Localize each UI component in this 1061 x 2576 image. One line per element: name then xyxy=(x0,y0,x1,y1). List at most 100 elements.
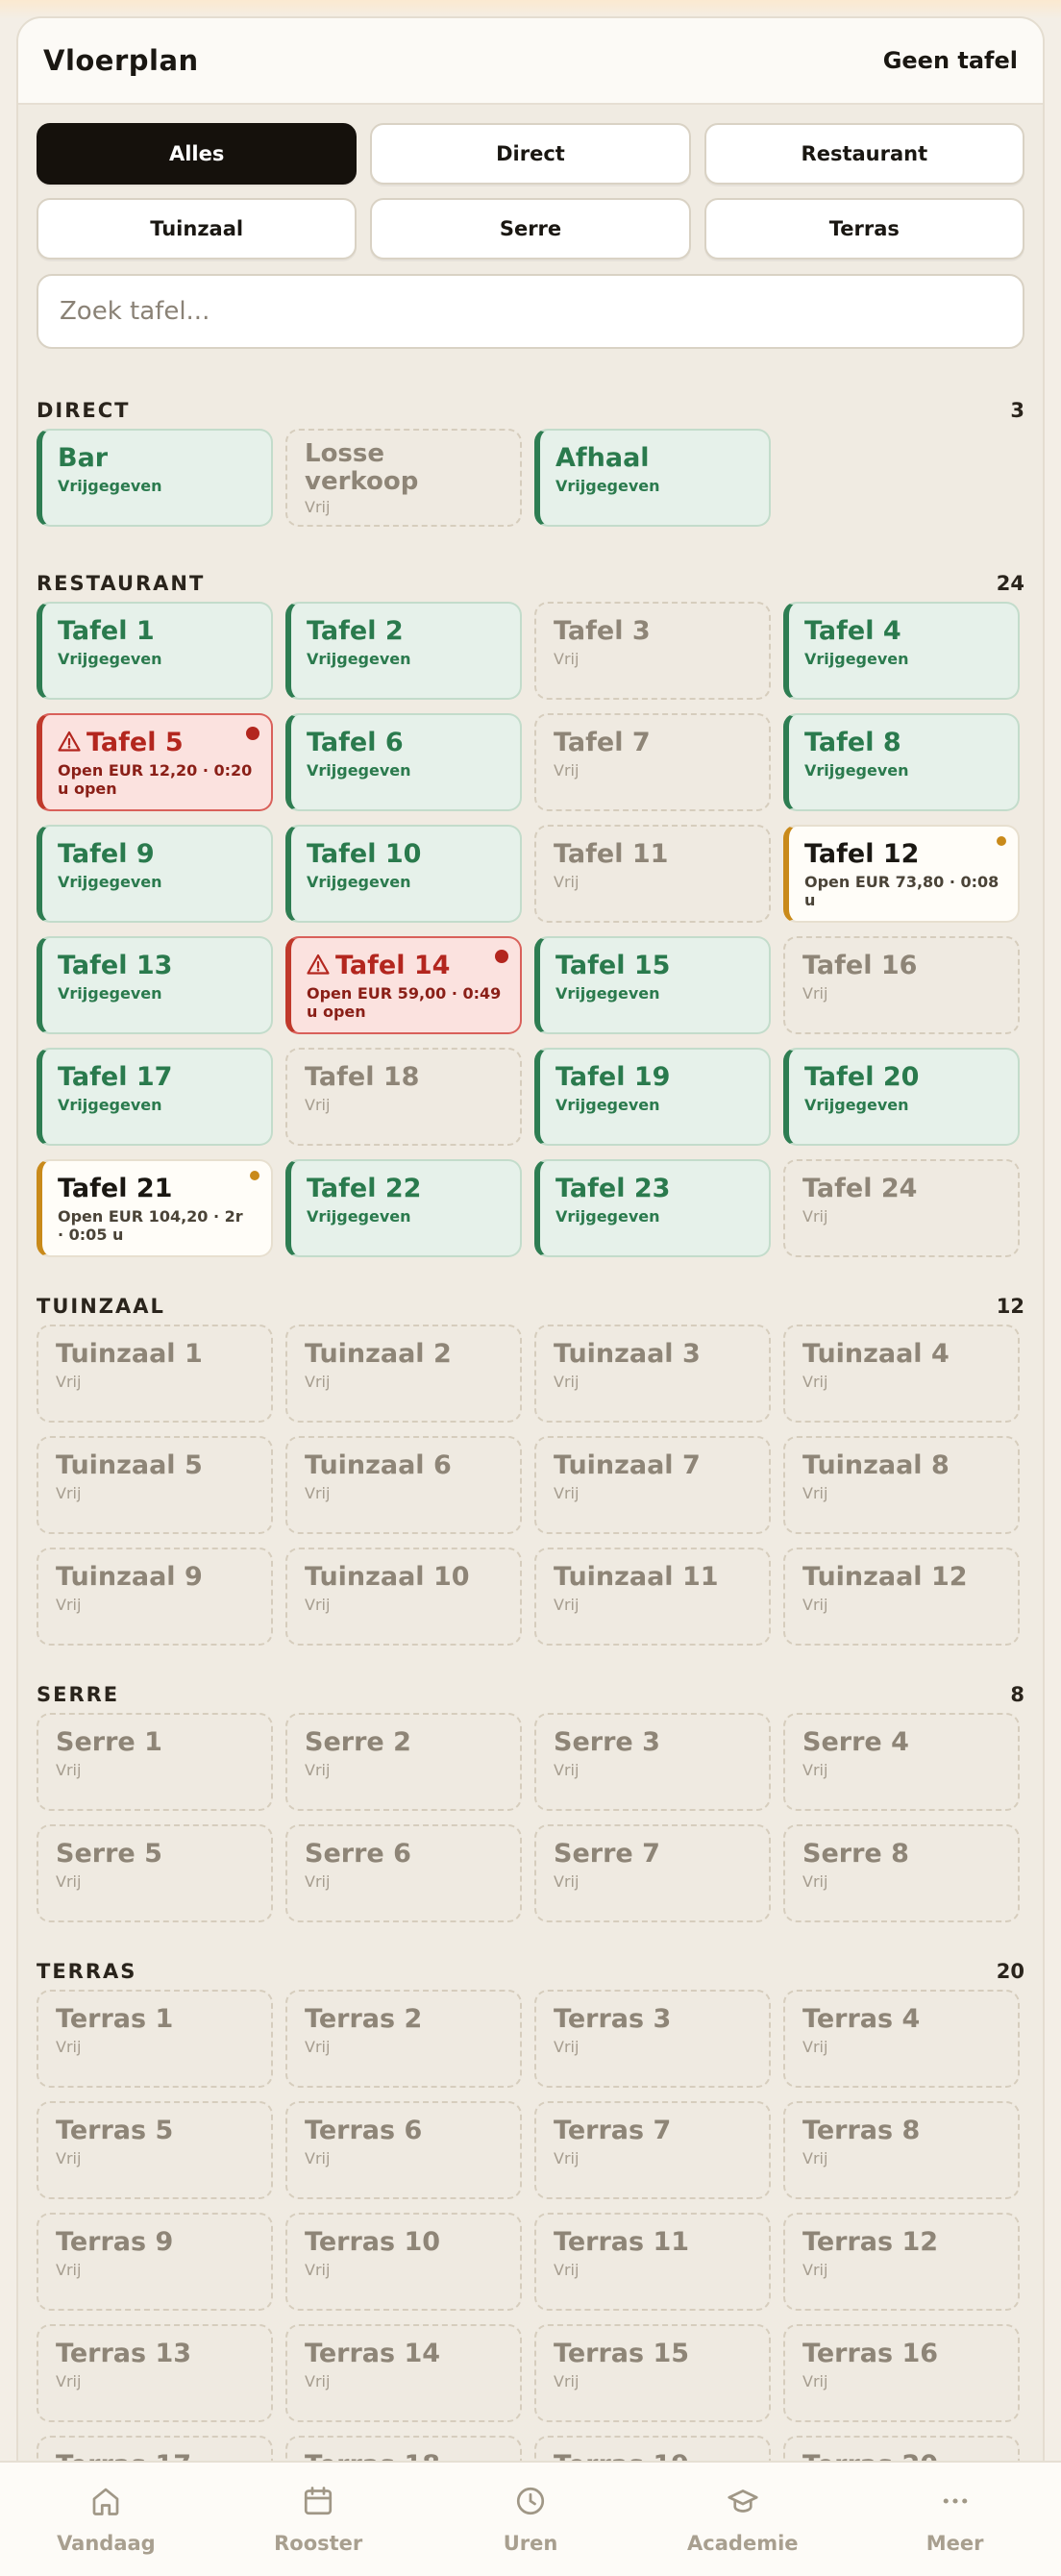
table-tile[interactable]: Serre 3 Vrij xyxy=(534,1713,771,1811)
table-tile[interactable]: Tuinzaal 3 Vrij xyxy=(534,1325,771,1423)
table-tile[interactable]: Tafel 13 Vrijgegeven xyxy=(37,936,273,1034)
table-tile[interactable]: Terras 13 Vrij xyxy=(37,2324,273,2422)
table-tile[interactable]: Tuinzaal 5 Vrij xyxy=(37,1436,273,1534)
table-tile[interactable]: Terras 14 Vrij xyxy=(285,2324,522,2422)
table-tile[interactable]: Tafel 11 Vrij xyxy=(534,825,771,923)
table-status-text: Vrij xyxy=(305,2261,331,2279)
table-tile[interactable]: Tafel 8 Vrijgegeven xyxy=(783,713,1020,811)
table-tile[interactable]: Tafel 17 Vrijgegeven xyxy=(37,1048,273,1146)
table-status-text: Vrij xyxy=(305,1373,331,1391)
table-tile[interactable]: Tafel 19 Vrijgegeven xyxy=(534,1048,771,1146)
table-tile[interactable]: Serre 8 Vrij xyxy=(783,1824,1020,1922)
table-status-text: Vrijgegeven xyxy=(58,477,162,495)
table-status-text: Vrijgegeven xyxy=(58,873,162,891)
table-tile[interactable]: Tafel 10 Vrijgegeven xyxy=(285,825,522,923)
table-tile[interactable]: Serre 1 Vrij xyxy=(37,1713,273,1811)
table-status-text: Vrij xyxy=(305,2149,331,2167)
table-tile[interactable]: Tuinzaal 4 Vrij xyxy=(783,1325,1020,1423)
table-tile[interactable]: Tuinzaal 7 Vrij xyxy=(534,1436,771,1534)
current-table-status[interactable]: Geen tafel xyxy=(883,47,1018,74)
filter-serre[interactable]: Serre xyxy=(370,198,691,260)
table-tile[interactable]: Terras 7 Vrij xyxy=(534,2101,771,2199)
table-status-text: Vrijgegeven xyxy=(58,650,162,668)
table-tile[interactable]: Tafel 14 Open EUR 59,00 · 0:49 u open xyxy=(285,936,522,1034)
table-tile[interactable]: Tafel 9 Vrijgegeven xyxy=(37,825,273,923)
table-tile[interactable]: Serre 7 Vrij xyxy=(534,1824,771,1922)
filter-terras[interactable]: Terras xyxy=(703,198,1024,260)
table-tile[interactable]: Tuinzaal 8 Vrij xyxy=(783,1436,1020,1534)
nav-item-uren[interactable]: Uren xyxy=(425,2463,637,2576)
table-tile[interactable]: Serre 6 Vrij xyxy=(285,1824,522,1922)
table-name: Tafel 15 xyxy=(555,951,671,980)
table-name: Terras 15 xyxy=(554,2339,690,2368)
table-tile[interactable]: Tuinzaal 10 Vrij xyxy=(285,1548,522,1646)
table-tile[interactable]: Tafel 24 Vrij xyxy=(783,1159,1020,1257)
table-name: Terras 3 xyxy=(554,2004,672,2034)
table-tile[interactable]: Tuinzaal 2 Vrij xyxy=(285,1325,522,1423)
table-status-text: Vrij xyxy=(56,1596,82,1614)
table-tile[interactable]: Tafel 2 Vrijgegeven xyxy=(285,602,522,700)
table-tile[interactable]: Terras 12 Vrij xyxy=(783,2213,1020,2311)
filter-alles[interactable]: Alles xyxy=(37,123,358,185)
table-status-text: Vrij xyxy=(554,1484,580,1502)
table-tile[interactable]: Terras 4 Vrij xyxy=(783,1990,1020,2088)
nav-label: Academie xyxy=(687,2532,799,2555)
table-tile[interactable]: Tafel 15 Vrijgegeven xyxy=(534,936,771,1034)
status-dot xyxy=(997,836,1006,846)
table-tile[interactable]: Tafel 16 Vrij xyxy=(783,936,1020,1034)
table-tile[interactable]: Terras 5 Vrij xyxy=(37,2101,273,2199)
table-tile[interactable]: Afhaal Vrijgegeven xyxy=(534,429,771,527)
table-status-text: Vrijgegeven xyxy=(555,1096,660,1114)
table-tile[interactable]: Tuinzaal 9 Vrij xyxy=(37,1548,273,1646)
table-tile[interactable]: Terras 8 Vrij xyxy=(783,2101,1020,2199)
table-status-text: Vrij xyxy=(802,1596,828,1614)
table-status-text: Vrij xyxy=(554,650,580,668)
table-tile[interactable]: Bar Vrijgegeven xyxy=(37,429,273,527)
table-tile[interactable]: Tuinzaal 12 Vrij xyxy=(783,1548,1020,1646)
table-tile[interactable]: Terras 2 Vrij xyxy=(285,1990,522,2088)
table-tile[interactable]: Terras 1 Vrij xyxy=(37,1990,273,2088)
search-input[interactable]: Zoek tafel... xyxy=(37,274,1024,349)
table-tile[interactable]: Serre 5 Vrij xyxy=(37,1824,273,1922)
table-tile[interactable]: Serre 4 Vrij xyxy=(783,1713,1020,1811)
table-tile[interactable]: Tafel 3 Vrij xyxy=(534,602,771,700)
table-tile[interactable]: Tuinzaal 11 Vrij xyxy=(534,1548,771,1646)
table-tile[interactable]: Tafel 7 Vrij xyxy=(534,713,771,811)
table-tile[interactable]: Terras 9 Vrij xyxy=(37,2213,273,2311)
nav-item-vandaag[interactable]: Vandaag xyxy=(0,2463,212,2576)
table-tile[interactable]: Tafel 23 Vrijgegeven xyxy=(534,1159,771,1257)
table-tile[interactable]: Tafel 4 Vrijgegeven xyxy=(783,602,1020,700)
table-tile[interactable]: Terras 3 Vrij xyxy=(534,1990,771,2088)
table-tile[interactable]: Tafel 5 Open EUR 12,20 · 0:20 u open xyxy=(37,713,273,811)
table-tile[interactable]: Tafel 6 Vrijgegeven xyxy=(285,713,522,811)
nav-item-academie[interactable]: Academie xyxy=(636,2463,849,2576)
filter-tuinzaal[interactable]: Tuinzaal xyxy=(37,198,358,260)
table-tile[interactable]: Tafel 1 Vrijgegeven xyxy=(37,602,273,700)
table-name: Bar xyxy=(58,443,109,473)
table-tile[interactable]: Serre 2 Vrij xyxy=(285,1713,522,1811)
table-tile[interactable]: Terras 6 Vrij xyxy=(285,2101,522,2199)
section-title: DIRECT xyxy=(37,399,131,422)
table-tile[interactable]: Terras 15 Vrij xyxy=(534,2324,771,2422)
table-tile[interactable]: Tafel 12 Open EUR 73,80 · 0:08 u xyxy=(783,825,1020,923)
table-tile[interactable]: Terras 16 Vrij xyxy=(783,2324,1020,2422)
table-status-text: Open EUR 12,20 · 0:20 u open xyxy=(58,761,253,798)
table-name: Terras 8 xyxy=(802,2116,921,2145)
table-tile[interactable]: Tuinzaal 6 Vrij xyxy=(285,1436,522,1534)
table-tile[interactable]: Tafel 20 Vrijgegeven xyxy=(783,1048,1020,1146)
table-tile[interactable]: Terras 10 Vrij xyxy=(285,2213,522,2311)
table-tile[interactable]: Tafel 21 Open EUR 104,20 · 2r · 0:05 u xyxy=(37,1159,273,1257)
table-name: Tafel 23 xyxy=(555,1174,671,1203)
nav-item-rooster[interactable]: Rooster xyxy=(212,2463,425,2576)
table-tile[interactable]: Losse verkoop Vrij xyxy=(285,429,522,527)
table-tile[interactable]: Terras 11 Vrij xyxy=(534,2213,771,2311)
table-tile[interactable]: Tafel 18 Vrij xyxy=(285,1048,522,1146)
filter-restaurant[interactable]: Restaurant xyxy=(703,123,1024,185)
nav-item-meer[interactable]: Meer xyxy=(849,2463,1061,2576)
warning-icon xyxy=(307,954,330,975)
table-status-text: Vrij xyxy=(554,873,580,891)
table-tile[interactable]: Tafel 22 Vrijgegeven xyxy=(285,1159,522,1257)
table-tile[interactable]: Tuinzaal 1 Vrij xyxy=(37,1325,273,1423)
filter-direct[interactable]: Direct xyxy=(370,123,691,185)
table-name: Tafel 24 xyxy=(802,1174,918,1203)
